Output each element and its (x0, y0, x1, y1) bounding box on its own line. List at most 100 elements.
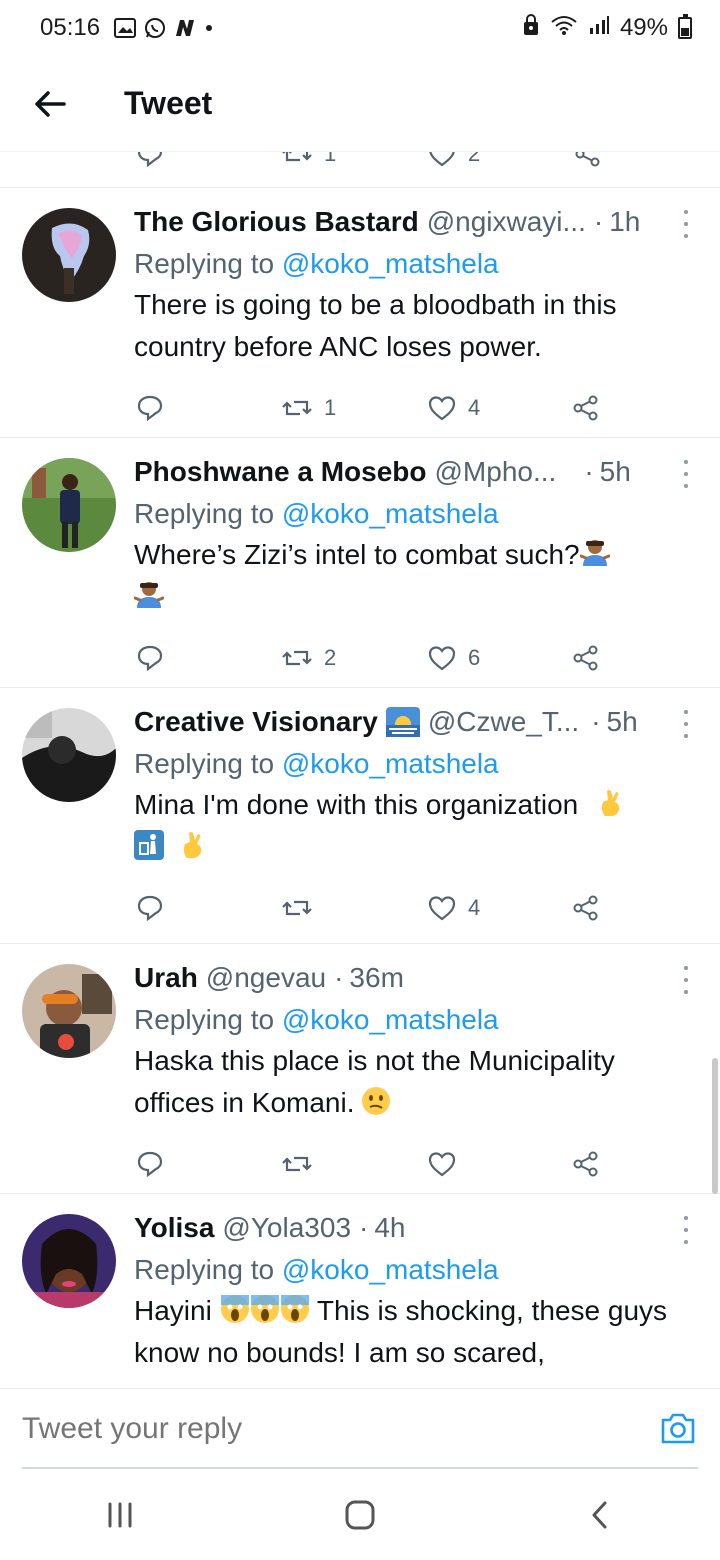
mention-link[interactable]: @koko_matshela (282, 498, 499, 529)
reply-icon (137, 1151, 163, 1178)
recent-apps-button[interactable] (80, 1485, 160, 1545)
retweet-icon (282, 900, 312, 916)
replying-prefix: Replying to (134, 748, 275, 779)
mention-link[interactable]: @koko_matshela (282, 1004, 499, 1035)
like-button[interactable]: 4 (428, 388, 480, 428)
mention-link[interactable]: @koko_matshela (282, 748, 499, 779)
arrow-left-icon (35, 90, 66, 117)
author-handle[interactable]: @Yola303 (222, 1210, 351, 1246)
like-button[interactable]: 4 (428, 888, 480, 928)
system-back-button[interactable] (560, 1485, 640, 1545)
like-count: 4 (468, 895, 481, 920)
wifi-icon (550, 14, 578, 43)
more-options-icon[interactable] (680, 1216, 692, 1244)
tweet-time: 1h (609, 206, 641, 237)
status-bar: 05:16 49% (0, 0, 720, 56)
author-name[interactable]: The Glorious Bastard (134, 204, 419, 240)
avatar[interactable] (22, 208, 116, 302)
avatar[interactable] (22, 1214, 116, 1308)
avatar[interactable] (22, 458, 116, 552)
crossed-fingers-emoji-icon (601, 790, 620, 816)
reply-button[interactable] (136, 388, 164, 428)
system-nav-bar (0, 1470, 720, 1560)
reply-icon (137, 895, 163, 922)
gallery-icon (114, 18, 137, 38)
author-handle[interactable]: @ngevau (206, 960, 326, 996)
dot-icon (204, 23, 214, 33)
avatar[interactable] (22, 708, 116, 802)
share-icon[interactable] (574, 152, 602, 174)
reply-tweet[interactable]: Urah @ngevau · 36m Replying to @koko_mat… (0, 944, 720, 1194)
n-app-icon (174, 18, 196, 38)
reply-tweet[interactable]: The Glorious Bastard @ngixwayi... · 1h R… (0, 188, 720, 438)
reply-icon[interactable] (136, 152, 164, 174)
reply-button[interactable] (136, 638, 164, 678)
tweet-text-start: Hayini (134, 1295, 212, 1326)
author-name[interactable]: Urah (134, 960, 198, 996)
reply-tweet[interactable]: Phoshwane a Mosebo @Mpho... · 5h Replyin… (0, 438, 720, 688)
reply-tweet[interactable]: Creative Visionary @Czwe_T... · 5h Reply… (0, 688, 720, 944)
reply-underline (22, 1467, 698, 1469)
author-handle[interactable]: @ngixwayi... (427, 204, 586, 240)
reply-button[interactable] (136, 1144, 164, 1184)
retweet-button[interactable]: 2 (282, 638, 336, 678)
tweet-reply-input[interactable] (22, 1398, 622, 1459)
tweet-separator: · (584, 456, 594, 487)
more-options-icon[interactable] (680, 460, 692, 488)
tweet-text: Where’s Zizi’s intel to combat such? (134, 534, 694, 618)
more-options-icon[interactable] (680, 210, 692, 238)
tweet-separator: · (591, 706, 601, 737)
camera-button[interactable] (660, 1411, 696, 1447)
author-name[interactable]: Creative Visionary (134, 704, 378, 740)
tweet-time: 36m (349, 962, 404, 993)
avatar[interactable] (22, 964, 116, 1058)
share-button[interactable] (572, 388, 600, 428)
back-button[interactable] (22, 76, 78, 132)
whatsapp-icon (144, 17, 166, 39)
like-button[interactable] (428, 1144, 468, 1184)
retweet-button[interactable] (282, 888, 324, 928)
tweet-text: Mina I'm done with this organization (134, 784, 694, 868)
tweet-actions (134, 1144, 614, 1184)
retweet-button[interactable]: 1 (282, 388, 336, 428)
screaming-emoji-icon (280, 1295, 309, 1323)
share-button[interactable] (572, 1144, 600, 1184)
retweet-button[interactable] (282, 1144, 324, 1184)
reply-button[interactable] (136, 888, 164, 928)
mention-link[interactable]: @koko_matshela (282, 1254, 499, 1285)
replies-feed[interactable]: 1 2 The Glorious Bastard @ngixwayi... · … (0, 152, 720, 1388)
share-icon (573, 645, 598, 671)
scrollbar[interactable] (712, 1058, 718, 1194)
home-button[interactable] (320, 1485, 400, 1545)
author-name[interactable]: Phoshwane a Mosebo (134, 454, 427, 490)
screaming-emoji-icon (220, 1295, 249, 1323)
tweet-text-line: offices in Komani. (134, 1087, 355, 1118)
author-name[interactable]: Yolisa (134, 1210, 214, 1246)
like-button[interactable]: 6 (428, 638, 480, 678)
share-button[interactable] (572, 888, 600, 928)
litter-bin-emoji-icon (134, 830, 164, 860)
share-icon (573, 395, 598, 421)
mention-link[interactable]: @koko_matshela (282, 248, 499, 279)
author-handle[interactable]: @Czwe_T... (428, 704, 579, 740)
tweet-text-content: Mina I'm done with this organization (134, 789, 579, 820)
screaming-emoji-icon (250, 1295, 279, 1323)
shrug-emoji-icon (579, 540, 610, 566)
replying-to: Replying to @koko_matshela (134, 244, 694, 284)
share-icon (573, 895, 598, 921)
tweet-actions: 1 4 (134, 388, 614, 428)
home-icon (345, 1500, 375, 1530)
more-options-icon[interactable] (680, 966, 692, 994)
tweet-separator: · (593, 206, 604, 237)
lock-icon (522, 13, 540, 43)
more-options-icon[interactable] (680, 710, 692, 738)
like-count: 4 (468, 395, 481, 420)
reply-tweet[interactable]: Yolisa @Yola303 · 4h Replying to @koko_m… (0, 1194, 720, 1388)
author-handle[interactable]: @Mpho... (435, 454, 557, 490)
retweet-icon[interactable]: 1 (282, 152, 336, 174)
share-button[interactable] (572, 638, 600, 678)
page-title: Tweet (124, 85, 213, 121)
like-icon[interactable]: 2 (428, 152, 480, 174)
replying-prefix: Replying to (134, 1254, 275, 1285)
sunrise-emoji-icon (385, 707, 420, 737)
